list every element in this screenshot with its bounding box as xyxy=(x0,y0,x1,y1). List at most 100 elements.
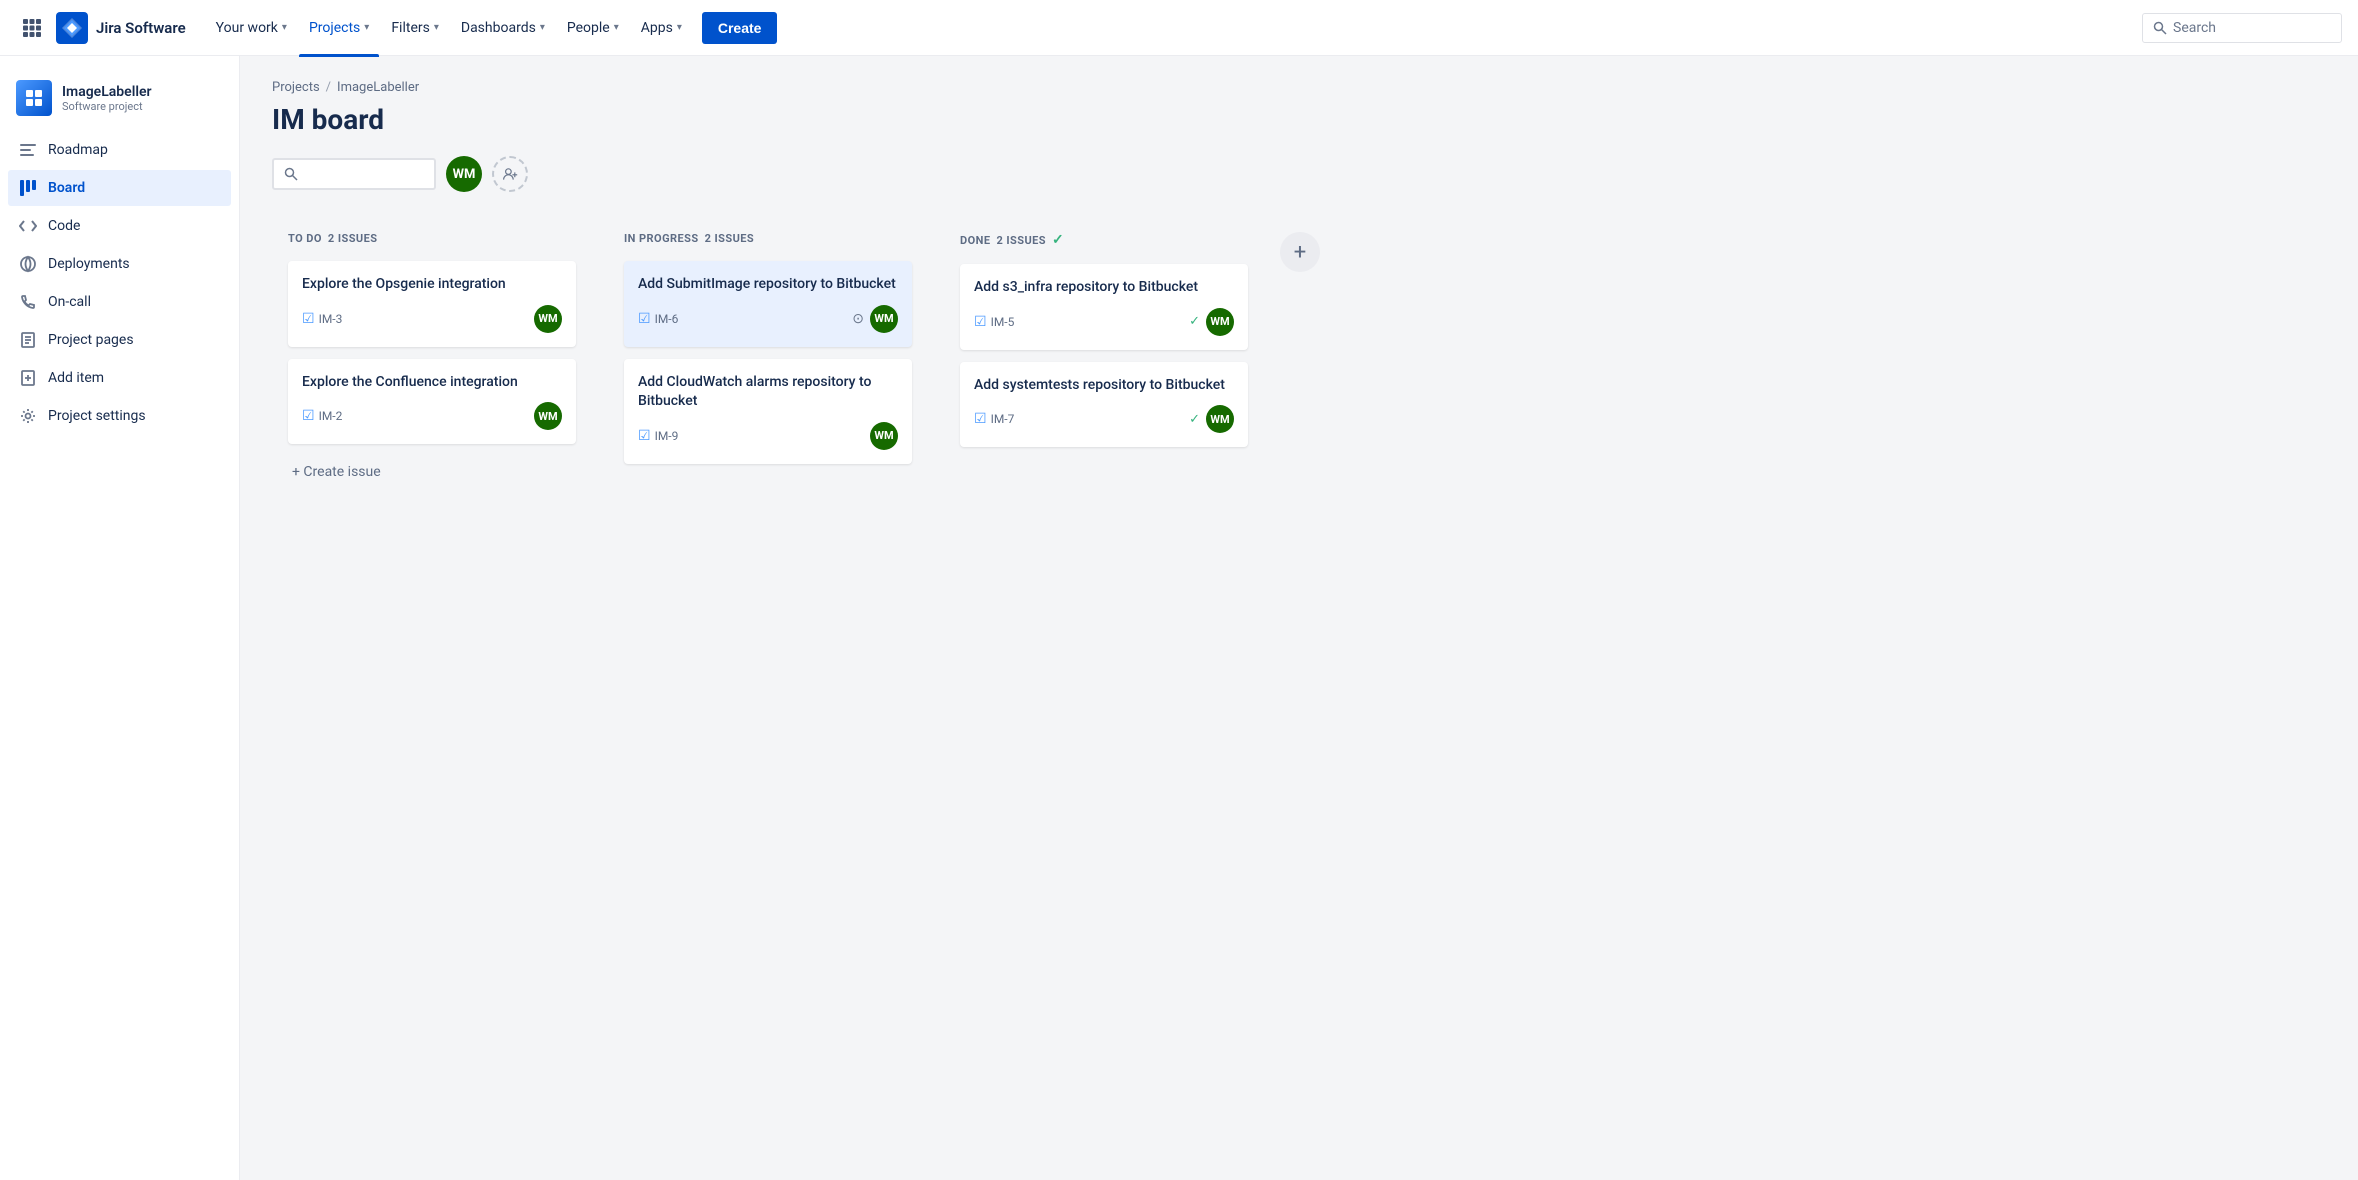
chevron-down-icon: ▾ xyxy=(434,22,439,33)
card-im9[interactable]: Add CloudWatch alarms repository to Bitb… xyxy=(624,359,912,464)
card-issue-id: ☑ IM-5 xyxy=(974,314,1014,330)
project-avatar xyxy=(16,80,52,116)
search-box[interactable]: Search xyxy=(2142,13,2342,43)
nav-filters[interactable]: Filters ▾ xyxy=(381,12,449,44)
board: TO DO 2 ISSUES Explore the Opsgenie inte… xyxy=(272,216,2326,504)
card-avatar: WM xyxy=(870,422,898,450)
search-placeholder: Search xyxy=(2173,20,2216,36)
sidebar-nav: Roadmap Board Code Deploym xyxy=(0,132,239,434)
card-im7[interactable]: Add systemtests repository to Bitbucket … xyxy=(960,362,1248,448)
breadcrumb-separator: / xyxy=(326,80,331,95)
sidebar-project: ImageLabeller Software project xyxy=(0,72,239,132)
issue-icon: ☑ xyxy=(974,411,987,427)
sidebar-item-label: Board xyxy=(48,180,85,196)
card-issue-id: ☑ IM-3 xyxy=(302,311,342,327)
board-search[interactable] xyxy=(272,158,436,190)
search-icon xyxy=(284,167,298,181)
card-title: Add CloudWatch alarms repository to Bitb… xyxy=(638,373,898,412)
sidebar-item-deployments[interactable]: Deployments xyxy=(8,246,231,282)
deployments-icon xyxy=(18,254,38,274)
card-footer: ☑ IM-7 ✓ WM xyxy=(974,405,1234,433)
create-issue-button[interactable]: + Create issue xyxy=(288,456,576,488)
done-checkmark-icon: ✓ xyxy=(1052,232,1064,248)
card-issue-id: ☑ IM-9 xyxy=(638,428,678,444)
breadcrumb: Projects / ImageLabeller xyxy=(272,80,2326,95)
sidebar-item-project-settings[interactable]: Project settings xyxy=(8,398,231,434)
project-pages-icon xyxy=(18,330,38,350)
sidebar-item-label: Code xyxy=(48,218,80,234)
card-issue-id: ☑ IM-7 xyxy=(974,411,1014,427)
nav-dashboards[interactable]: Dashboards ▾ xyxy=(451,12,555,44)
create-button[interactable]: Create xyxy=(702,12,778,44)
column-count-inprogress: 2 ISSUES xyxy=(705,232,755,245)
logo[interactable]: Jira Software xyxy=(56,12,186,44)
card-avatar: WM xyxy=(1206,405,1234,433)
person-add-icon xyxy=(502,166,518,182)
column-header-done: DONE 2 ISSUES ✓ xyxy=(960,232,1248,252)
sidebar-item-add-item[interactable]: Add item xyxy=(8,360,231,396)
card-issue-id: ☑ IM-6 xyxy=(638,311,678,327)
issue-icon: ☑ xyxy=(638,428,651,444)
add-member-button[interactable] xyxy=(492,156,528,192)
card-done-icon: ✓ xyxy=(1189,314,1200,329)
column-count-done: 2 ISSUES xyxy=(996,234,1046,247)
card-footer: ☑ IM-3 WM xyxy=(302,305,562,333)
sidebar-item-code[interactable]: Code xyxy=(8,208,231,244)
nav-apps[interactable]: Apps ▾ xyxy=(631,12,692,44)
column-title-done: DONE xyxy=(960,234,990,247)
card-im5[interactable]: Add s3_infra repository to Bitbucket ☑ I… xyxy=(960,264,1248,350)
card-footer: ☑ IM-9 WM xyxy=(638,422,898,450)
sidebar-item-label: Project pages xyxy=(48,332,134,348)
sidebar-item-roadmap[interactable]: Roadmap xyxy=(8,132,231,168)
card-im2[interactable]: Explore the Confluence integration ☑ IM-… xyxy=(288,359,576,445)
breadcrumb-current: ImageLabeller xyxy=(337,80,419,95)
add-column-button[interactable]: + xyxy=(1280,232,1320,272)
main-content: Projects / ImageLabeller IM board WM xyxy=(240,56,2358,1180)
sidebar-item-label: Project settings xyxy=(48,408,146,424)
nav-projects[interactable]: Projects ▾ xyxy=(299,12,379,44)
issue-icon: ☑ xyxy=(302,311,315,327)
chevron-down-icon: ▾ xyxy=(677,22,682,33)
card-issue-id: ☑ IM-2 xyxy=(302,408,342,424)
add-item-icon xyxy=(18,368,38,388)
sidebar-item-oncall[interactable]: On-call xyxy=(8,284,231,320)
grid-icon[interactable] xyxy=(16,12,48,44)
card-im3[interactable]: Explore the Opsgenie integration ☑ IM-3 … xyxy=(288,261,576,347)
roadmap-icon xyxy=(18,140,38,160)
card-title: Explore the Confluence integration xyxy=(302,373,562,393)
sidebar-item-label: Add item xyxy=(48,370,104,386)
card-im6[interactable]: Add SubmitImage repository to Bitbucket … xyxy=(624,261,912,347)
sidebar-item-label: Roadmap xyxy=(48,142,108,158)
issue-icon: ☑ xyxy=(302,408,315,424)
chevron-down-icon: ▾ xyxy=(364,22,369,33)
chevron-down-icon: ▾ xyxy=(614,22,619,33)
board-search-input[interactable] xyxy=(304,166,424,182)
card-footer: ☑ IM-5 ✓ WM xyxy=(974,308,1234,336)
project-name: ImageLabeller xyxy=(62,84,152,100)
logo-text: Jira Software xyxy=(96,19,186,37)
card-avatar: WM xyxy=(1206,308,1234,336)
search-icon xyxy=(2153,21,2167,35)
card-avatar: WM xyxy=(534,402,562,430)
nav-people[interactable]: People ▾ xyxy=(557,12,629,44)
issue-icon: ☑ xyxy=(974,314,987,330)
page-title: IM board xyxy=(272,103,2326,136)
oncall-icon xyxy=(18,292,38,312)
breadcrumb-projects[interactable]: Projects xyxy=(272,80,320,95)
nav-your-work[interactable]: Your work ▾ xyxy=(206,12,297,44)
card-title: Add SubmitImage repository to Bitbucket xyxy=(638,275,898,295)
user-avatar[interactable]: WM xyxy=(446,156,482,192)
settings-icon xyxy=(18,406,38,426)
code-icon xyxy=(18,216,38,236)
topnav: Jira Software Your work ▾ Projects ▾ Fil… xyxy=(0,0,2358,56)
project-type: Software project xyxy=(62,100,152,113)
sidebar-item-project-pages[interactable]: Project pages xyxy=(8,322,231,358)
column-header-inprogress: IN PROGRESS 2 ISSUES xyxy=(624,232,912,249)
column-inprogress: IN PROGRESS 2 ISSUES Add SubmitImage rep… xyxy=(608,216,928,480)
sidebar-item-board[interactable]: Board xyxy=(8,170,231,206)
column-header-todo: TO DO 2 ISSUES xyxy=(288,232,576,249)
sidebar-project-info: ImageLabeller Software project xyxy=(62,84,152,113)
column-done: DONE 2 ISSUES ✓ Add s3_infra repository … xyxy=(944,216,1264,463)
sidebar-item-label: Deployments xyxy=(48,256,130,272)
card-title: Add systemtests repository to Bitbucket xyxy=(974,376,1234,396)
